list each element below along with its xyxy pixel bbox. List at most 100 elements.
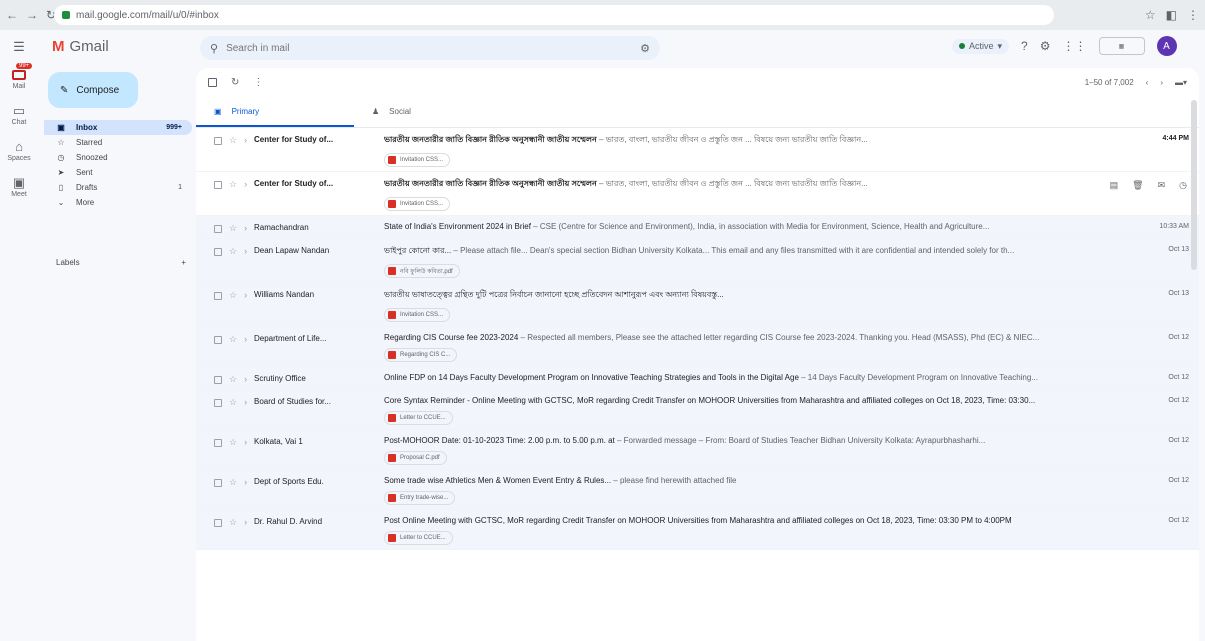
- email-row[interactable]: ☆ › Dept of Sports Edu. Some trade wise Ath…: [196, 470, 1199, 510]
- star-icon[interactable]: ☆: [229, 246, 237, 278]
- star-icon[interactable]: ☆: [229, 437, 237, 465]
- attachment-chip[interactable]: Regarding CIS C...: [384, 348, 458, 362]
- attachment-chip[interactable]: Entry trade-wise...: [384, 491, 456, 505]
- gmail-logo[interactable]: M Gmail: [52, 38, 109, 55]
- important-icon[interactable]: ›: [244, 179, 247, 211]
- sidebar-item-inbox[interactable]: ▣ Inbox 999+: [44, 120, 192, 135]
- attachment-chip[interactable]: Invitation CSS...: [384, 308, 451, 322]
- email-row[interactable]: ☆ › Center for Study of... ভারতীয় জনতারীর …: [196, 172, 1199, 216]
- important-icon[interactable]: ›: [244, 477, 247, 505]
- sidebar-item-drafts[interactable]: ▯ Drafts 1: [44, 180, 192, 195]
- important-icon[interactable]: ›: [244, 223, 247, 234]
- apps-grid-icon[interactable]: ⋮⋮: [1063, 39, 1087, 53]
- row-checkbox[interactable]: [214, 519, 222, 527]
- bookmark-icon[interactable]: ☆: [1145, 8, 1156, 22]
- important-icon[interactable]: ›: [244, 437, 247, 465]
- sidebar-item-starred[interactable]: ☆ Starred: [44, 135, 192, 150]
- select-all-checkbox[interactable]: [208, 77, 217, 87]
- archive-icon[interactable]: ▤: [1110, 180, 1119, 191]
- prev-page-icon[interactable]: ‹: [1146, 78, 1149, 87]
- important-icon[interactable]: ›: [244, 374, 247, 385]
- email-row[interactable]: ☆ › Kolkata, Vai 1 Post-MOHOOR Date: 01-10-…: [196, 430, 1199, 470]
- rail-item-spaces[interactable]: ⌂ Spaces: [7, 140, 30, 162]
- search-options-icon[interactable]: ⚙: [640, 42, 650, 55]
- attachment-chip[interactable]: Invitation CSS...: [384, 153, 451, 167]
- email-body: Some trade wise Athletics Men & Women Ev…: [384, 476, 1128, 505]
- important-icon[interactable]: ›: [244, 135, 247, 167]
- row-checkbox[interactable]: [214, 292, 222, 300]
- attachment-chip[interactable]: Proposal C.pdf: [384, 451, 447, 465]
- row-checkbox[interactable]: [214, 479, 222, 487]
- row-checkbox[interactable]: [214, 376, 222, 384]
- sidebar-item-sent[interactable]: ➤ Sent: [44, 165, 192, 180]
- attachment-chip[interactable]: Letter to CCUE...: [384, 411, 453, 425]
- email-snippet: – ভারত, বাংলা, ভারতীয় জীবন ও প্রস্তুতি …: [596, 135, 868, 144]
- more-options-icon[interactable]: ⋮: [253, 77, 263, 88]
- rail-item-chat[interactable]: ▭ Chat: [12, 104, 27, 126]
- attachment-chip[interactable]: নবি ফুলিউ কবিতা.pdf: [384, 264, 460, 278]
- menu-icon[interactable]: ⋮: [1187, 8, 1199, 22]
- sidebar-item-snoozed[interactable]: ◷ Snoozed: [44, 150, 192, 165]
- star-icon[interactable]: ☆: [229, 517, 237, 545]
- star-icon[interactable]: ☆: [229, 290, 237, 322]
- tab-primary[interactable]: ▣ Primary: [196, 96, 354, 127]
- extensions-icon[interactable]: ◧: [1166, 8, 1177, 22]
- important-icon[interactable]: ›: [244, 334, 247, 362]
- attachment-chip[interactable]: Letter to CCUE...: [384, 531, 453, 545]
- search-icon[interactable]: ⚲: [210, 42, 218, 55]
- organization-logo[interactable]: ▦: [1098, 37, 1145, 55]
- important-icon[interactable]: ›: [244, 397, 247, 425]
- email-snippet: – Forwarded message – From: Board of Stu…: [614, 436, 986, 445]
- tab-social[interactable]: ♟ Social: [354, 96, 512, 127]
- email-row[interactable]: ☆ › Department of Life... Regarding CIS Cou…: [196, 327, 1199, 367]
- email-row[interactable]: ☆ › Scrutiny Office Online FDP on 14 Days F…: [196, 367, 1199, 390]
- delete-icon[interactable]: 🗑: [1132, 180, 1143, 191]
- address-bar[interactable]: mail.google.com/mail/u/0/#inbox: [54, 5, 1054, 25]
- email-row[interactable]: ☆ › Ramachandran State of India's Environme…: [196, 216, 1199, 239]
- row-checkbox[interactable]: [214, 137, 222, 145]
- help-icon[interactable]: ?: [1021, 39, 1028, 53]
- add-label-icon[interactable]: +: [181, 258, 186, 267]
- email-row[interactable]: ☆ › Dean Lapaw Nandan ভাইপুর কোনো কার... – …: [196, 239, 1199, 283]
- row-checkbox[interactable]: [214, 399, 222, 407]
- mark-unread-icon[interactable]: ✉: [1158, 180, 1166, 191]
- search-input[interactable]: [226, 42, 633, 54]
- avatar[interactable]: A: [1156, 36, 1177, 56]
- snooze-icon[interactable]: ◷: [1179, 180, 1187, 191]
- status-selector[interactable]: Active ▾: [952, 38, 1010, 54]
- email-row[interactable]: ☆ › Board of Studies for... Core Syntax Rem…: [196, 390, 1199, 430]
- rail-item-mail[interactable]: 99+ Mail: [10, 63, 33, 90]
- email-line: Core Syntax Reminder - Online Meeting wi…: [384, 396, 1128, 405]
- row-checkbox[interactable]: [214, 439, 222, 447]
- forward-icon[interactable]: →: [26, 8, 38, 22]
- star-icon[interactable]: ☆: [229, 477, 237, 505]
- settings-icon[interactable]: ⚙: [1040, 39, 1051, 53]
- important-icon[interactable]: ›: [244, 246, 247, 278]
- scrollbar[interactable]: [1191, 100, 1197, 270]
- next-page-icon[interactable]: ›: [1160, 78, 1163, 87]
- star-icon[interactable]: ☆: [229, 334, 237, 362]
- email-row[interactable]: ☆ › Williams Nandan ভারতীয় ভাষাতত্ত্বের গ্…: [196, 283, 1199, 327]
- sidebar-item-more[interactable]: ⌄ More: [44, 195, 192, 210]
- important-icon[interactable]: ›: [244, 517, 247, 545]
- mail-icon: 99+: [10, 63, 33, 81]
- refresh-icon[interactable]: ↻: [231, 77, 239, 88]
- important-icon[interactable]: ›: [244, 290, 247, 322]
- row-checkbox[interactable]: [214, 225, 222, 233]
- star-icon[interactable]: ☆: [229, 179, 237, 211]
- row-checkbox[interactable]: [214, 336, 222, 344]
- email-row[interactable]: ☆ › Dr. Rahul D. Arvind Post Online Meeting…: [196, 510, 1199, 550]
- email-row[interactable]: ☆ › Center for Study of... ভারতীয় জনতারীর …: [196, 128, 1199, 172]
- attachment-chip[interactable]: Invitation CSS...: [384, 197, 451, 211]
- row-checkbox[interactable]: [214, 181, 222, 189]
- input-tools-icon[interactable]: ▬▾: [1175, 78, 1187, 87]
- compose-button[interactable]: ✎ Compose: [48, 72, 138, 108]
- rail-item-meet[interactable]: ▣ Meet: [11, 176, 27, 198]
- star-icon[interactable]: ☆: [229, 223, 237, 234]
- row-checkbox[interactable]: [214, 248, 222, 256]
- star-icon[interactable]: ☆: [229, 135, 237, 167]
- star-icon[interactable]: ☆: [229, 397, 237, 425]
- main-menu-icon[interactable]: ☰: [13, 40, 25, 53]
- back-icon[interactable]: ←: [6, 8, 18, 22]
- star-icon[interactable]: ☆: [229, 374, 237, 385]
